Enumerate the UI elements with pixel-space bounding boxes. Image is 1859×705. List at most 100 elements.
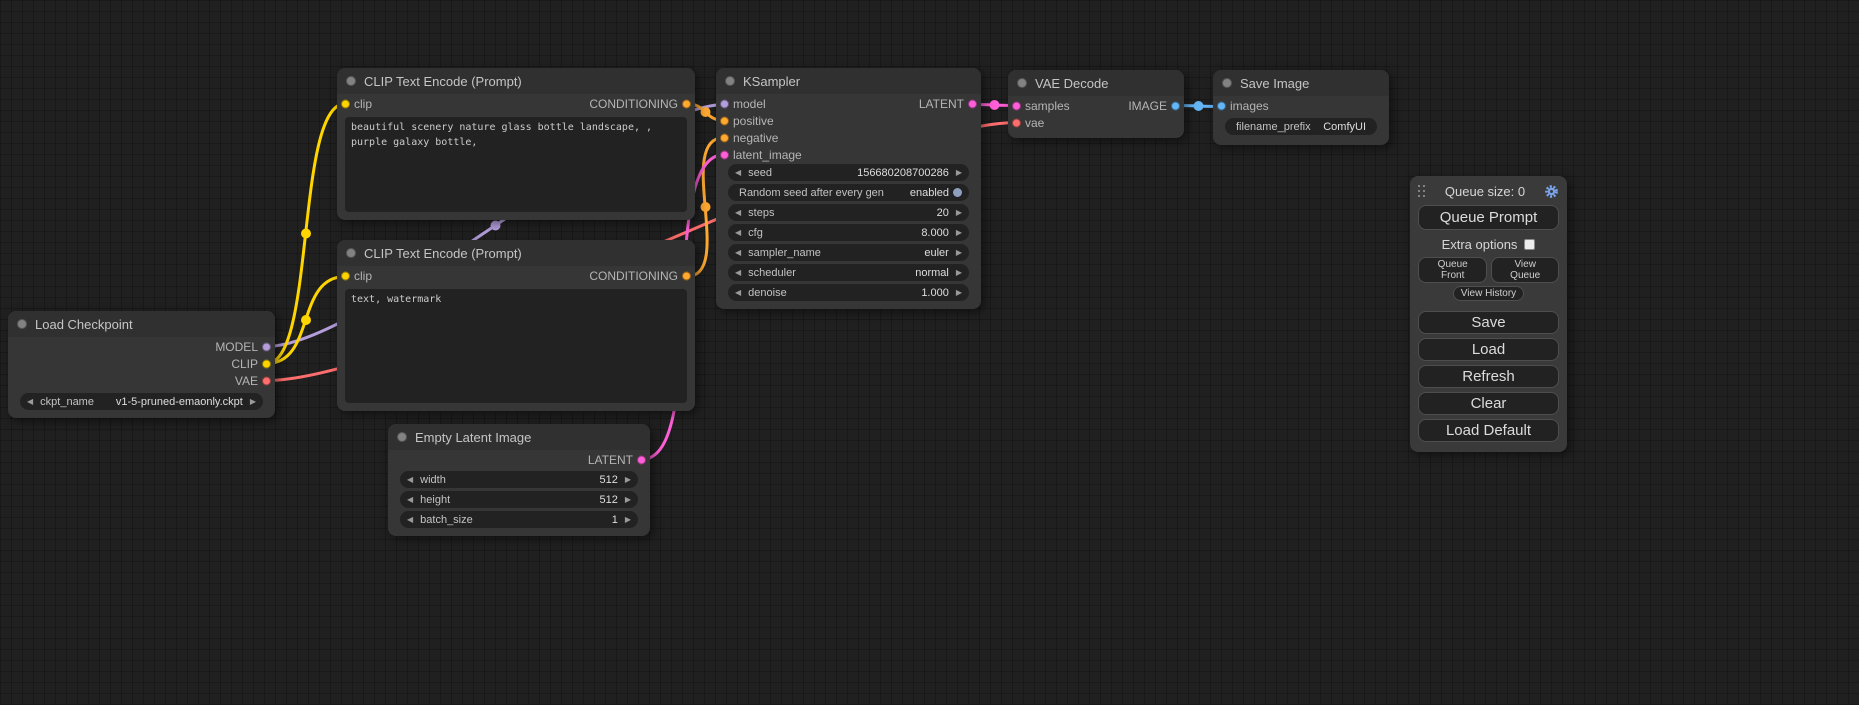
collapse-dot-icon[interactable] bbox=[1017, 78, 1027, 88]
queue-front-button[interactable]: Queue Front bbox=[1418, 257, 1487, 283]
node-save-image[interactable]: Save Image images filename_prefix ComfyU… bbox=[1213, 70, 1389, 145]
input-slot-latent-image[interactable] bbox=[720, 150, 729, 159]
view-queue-button[interactable]: View Queue bbox=[1491, 257, 1559, 283]
decrement-arrow-icon[interactable]: ◀ bbox=[407, 496, 413, 504]
load-default-button[interactable]: Load Default bbox=[1418, 419, 1559, 442]
input-slot-images[interactable] bbox=[1217, 101, 1226, 110]
decrement-arrow-icon[interactable]: ◀ bbox=[735, 269, 741, 277]
input-slot-samples[interactable] bbox=[1012, 101, 1021, 110]
node-title: CLIP Text Encode (Prompt) bbox=[364, 246, 522, 261]
widget-value: euler bbox=[924, 247, 948, 259]
node-clip-text-encode-negative[interactable]: CLIP Text Encode (Prompt) clip CONDITION… bbox=[337, 240, 695, 411]
node-clip-text-encode-positive[interactable]: CLIP Text Encode (Prompt) clip CONDITION… bbox=[337, 68, 695, 220]
widget-cfg[interactable]: ◀ cfg 8.000 ▶ bbox=[728, 224, 969, 241]
decrement-arrow-icon[interactable]: ◀ bbox=[735, 209, 741, 217]
node-title-bar[interactable]: KSampler bbox=[716, 68, 981, 94]
toggle-on-dot[interactable] bbox=[953, 188, 962, 197]
increment-arrow-icon[interactable]: ▶ bbox=[625, 496, 631, 504]
input-slot-negative[interactable] bbox=[720, 133, 729, 142]
load-button[interactable]: Load bbox=[1418, 338, 1559, 361]
increment-arrow-icon[interactable]: ▶ bbox=[625, 516, 631, 524]
node-title-bar[interactable]: CLIP Text Encode (Prompt) bbox=[337, 68, 695, 94]
output-slot-latent[interactable] bbox=[968, 99, 977, 108]
widget-height[interactable]: ◀ height 512 ▶ bbox=[400, 491, 638, 508]
output-slot-clip[interactable] bbox=[262, 359, 271, 368]
widget-steps[interactable]: ◀ steps 20 ▶ bbox=[728, 204, 969, 221]
increment-arrow-icon[interactable]: ▶ bbox=[956, 229, 962, 237]
collapse-dot-icon[interactable] bbox=[725, 76, 735, 86]
widget-scheduler[interactable]: ◀ scheduler normal ▶ bbox=[728, 264, 969, 281]
input-slot-clip[interactable] bbox=[341, 271, 350, 280]
widget-label: scheduler bbox=[748, 267, 796, 279]
decrement-arrow-icon[interactable]: ◀ bbox=[735, 289, 741, 297]
node-ksampler[interactable]: KSampler model LATENT positive negative … bbox=[716, 68, 981, 309]
increment-arrow-icon[interactable]: ▶ bbox=[956, 269, 962, 277]
save-button[interactable]: Save bbox=[1418, 311, 1559, 334]
decrement-arrow-icon[interactable]: ◀ bbox=[407, 476, 413, 484]
refresh-button[interactable]: Refresh bbox=[1418, 365, 1559, 388]
output-slot-model[interactable] bbox=[262, 342, 271, 351]
widget-label: seed bbox=[748, 167, 772, 179]
node-title-bar[interactable]: VAE Decode bbox=[1008, 70, 1184, 96]
widget-ckpt-name[interactable]: ◀ ckpt_name v1-5-pruned-emaonly.ckpt ▶ bbox=[20, 393, 263, 410]
increment-arrow-icon[interactable]: ▶ bbox=[250, 398, 256, 406]
queue-prompt-button[interactable]: Queue Prompt bbox=[1418, 205, 1559, 230]
widget-filename-prefix[interactable]: filename_prefix ComfyUI bbox=[1225, 118, 1377, 135]
decrement-arrow-icon[interactable]: ◀ bbox=[735, 229, 741, 237]
increment-arrow-icon[interactable]: ▶ bbox=[956, 249, 962, 257]
widget-sampler-name[interactable]: ◀ sampler_name euler ▶ bbox=[728, 244, 969, 261]
widget-random-seed-toggle[interactable]: Random seed after every gen enabled bbox=[728, 184, 969, 201]
widget-denoise[interactable]: ◀ denoise 1.000 ▶ bbox=[728, 284, 969, 301]
increment-arrow-icon[interactable]: ▶ bbox=[625, 476, 631, 484]
increment-arrow-icon[interactable]: ▶ bbox=[956, 209, 962, 217]
collapse-dot-icon[interactable] bbox=[397, 432, 407, 442]
node-load-checkpoint[interactable]: Load Checkpoint MODEL CLIP VAE ◀ ckpt_na… bbox=[8, 311, 275, 418]
drag-handle-icon[interactable] bbox=[1418, 185, 1426, 198]
output-slot-conditioning[interactable] bbox=[682, 99, 691, 108]
input-slot-model[interactable] bbox=[720, 99, 729, 108]
input-slot-vae[interactable] bbox=[1012, 118, 1021, 127]
prompt-textarea[interactable]: beautiful scenery nature glass bottle la… bbox=[345, 117, 687, 212]
node-title-bar[interactable]: Empty Latent Image bbox=[388, 424, 650, 450]
node-canvas[interactable]: Load Checkpoint MODEL CLIP VAE ◀ ckpt_na… bbox=[0, 0, 1859, 705]
collapse-dot-icon[interactable] bbox=[346, 248, 356, 258]
node-title-bar[interactable]: Load Checkpoint bbox=[8, 311, 275, 337]
output-slot-latent[interactable] bbox=[637, 455, 646, 464]
increment-arrow-icon[interactable]: ▶ bbox=[956, 289, 962, 297]
collapse-dot-icon[interactable] bbox=[17, 319, 27, 329]
input-slot-clip[interactable] bbox=[341, 99, 350, 108]
view-history-button[interactable]: View History bbox=[1453, 286, 1524, 301]
widget-batch-size[interactable]: ◀ batch_size 1 ▶ bbox=[400, 511, 638, 528]
widget-value: normal bbox=[915, 267, 949, 279]
slot-row: samples IMAGE bbox=[1008, 97, 1184, 114]
widget-label: sampler_name bbox=[748, 247, 821, 259]
decrement-arrow-icon[interactable]: ◀ bbox=[735, 249, 741, 257]
collapse-dot-icon[interactable] bbox=[1222, 78, 1232, 88]
settings-gear-icon[interactable] bbox=[1544, 184, 1559, 199]
node-title: Empty Latent Image bbox=[415, 430, 531, 445]
slot-row: latent_image bbox=[716, 146, 981, 163]
input-slot-positive[interactable] bbox=[720, 116, 729, 125]
output-label-latent: LATENT bbox=[919, 97, 964, 111]
widget-width[interactable]: ◀ width 512 ▶ bbox=[400, 471, 638, 488]
decrement-arrow-icon[interactable]: ◀ bbox=[27, 398, 33, 406]
decrement-arrow-icon[interactable]: ◀ bbox=[407, 516, 413, 524]
node-vae-decode[interactable]: VAE Decode samples IMAGE vae bbox=[1008, 70, 1184, 138]
extra-options-checkbox[interactable] bbox=[1524, 239, 1535, 250]
prompt-textarea[interactable]: text, watermark bbox=[345, 289, 687, 403]
output-slot-vae[interactable] bbox=[262, 376, 271, 385]
widget-seed[interactable]: ◀ seed 156680208700286 ▶ bbox=[728, 164, 969, 181]
node-empty-latent-image[interactable]: Empty Latent Image LATENT ◀ width 512 ▶ … bbox=[388, 424, 650, 536]
output-slot-image[interactable] bbox=[1171, 101, 1180, 110]
link-midpoint-dot bbox=[701, 107, 711, 117]
collapse-dot-icon[interactable] bbox=[346, 76, 356, 86]
node-title: Load Checkpoint bbox=[35, 317, 133, 332]
node-title-bar[interactable]: CLIP Text Encode (Prompt) bbox=[337, 240, 695, 266]
increment-arrow-icon[interactable]: ▶ bbox=[956, 169, 962, 177]
output-slot-conditioning[interactable] bbox=[682, 271, 691, 280]
node-title-bar[interactable]: Save Image bbox=[1213, 70, 1389, 96]
input-label-samples: samples bbox=[1025, 99, 1070, 113]
clear-button[interactable]: Clear bbox=[1418, 392, 1559, 415]
decrement-arrow-icon[interactable]: ◀ bbox=[735, 169, 741, 177]
output-label-latent: LATENT bbox=[588, 453, 633, 467]
